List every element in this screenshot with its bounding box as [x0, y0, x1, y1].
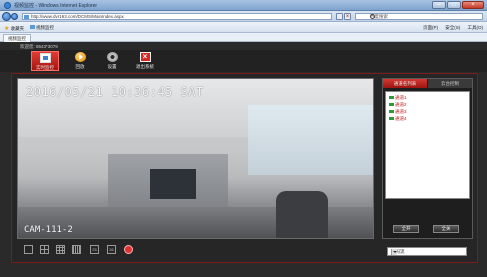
favorites-button[interactable]: ★ 收藏夹: [4, 25, 24, 32]
channel-tree: 通道1 通道2 通道3 通道4: [385, 91, 470, 199]
tab-strip: 视频监控: [0, 33, 487, 43]
ie-icon: [4, 2, 11, 9]
sound-icon[interactable]: [124, 245, 133, 254]
toolbar-label: 实时监控: [36, 65, 54, 70]
toolbar-label: 回放: [75, 64, 85, 69]
camera-icon: [389, 110, 394, 114]
address-bar: http://www.dvr163.com/DCMS/MainIndex.asp…: [0, 11, 487, 22]
channel-item[interactable]: 通道1: [389, 95, 407, 101]
star-icon: ★: [4, 26, 10, 32]
favorites-label: 收藏夹: [10, 26, 25, 31]
minimize-button[interactable]: –: [432, 1, 446, 9]
url-text: http://www.dvr163.com/DCMS/MainIndex.asp…: [31, 14, 124, 19]
scene-chair: [276, 191, 328, 238]
main-toolbar: 实时监控 回放 设置 × 退出系统: [0, 50, 487, 72]
tab-channel-list[interactable]: 通道名列表: [383, 79, 427, 88]
refresh-icon[interactable]: [336, 13, 343, 20]
channel-item[interactable]: 通道2: [389, 102, 407, 108]
search-icon[interactable]: [370, 14, 375, 19]
play-icon: [74, 52, 86, 62]
channel-label: 通道4: [395, 116, 407, 121]
site-label: 视频监控: [36, 25, 54, 30]
app: 欢迎您: 8643*3079 实时监控 回放 设置 × 退出系统 2016/05…: [0, 42, 487, 277]
toolbar-label: 设置: [107, 64, 117, 69]
maximize-button[interactable]: □: [447, 1, 461, 9]
toolbar-label: 退出系统: [136, 64, 154, 69]
channel-item[interactable]: 通道4: [389, 116, 407, 122]
window-titlebar: 视频监控 - Windows Internet Explorer – □ ×: [0, 0, 487, 11]
video-feed[interactable]: 2016/05/21 10:36:45 SAT CAM-111-2: [17, 78, 374, 239]
gear-icon: [106, 52, 118, 62]
back-button[interactable]: [2, 12, 11, 21]
camera-icon: [389, 103, 394, 107]
search-input[interactable]: 百度搜索: [355, 13, 483, 20]
layout-9-button[interactable]: [56, 245, 65, 254]
close-window-button[interactable]: ×: [462, 1, 484, 9]
layout-25-button[interactable]: 25: [90, 245, 99, 254]
channel-item[interactable]: 通道3: [389, 109, 407, 115]
command-menu: 页面(P) 安全(S) 工具(O): [417, 25, 483, 31]
close-all-button[interactable]: 全关: [433, 225, 459, 233]
monitor-workspace: 2016/05/21 10:36:45 SAT CAM-111-2 25 36 …: [11, 73, 478, 263]
menu-safety[interactable]: 安全(S): [445, 25, 460, 30]
command-bar: ★ 收藏夹 视频监控 页面(P) 安全(S) 工具(O): [0, 22, 487, 33]
camera-icon: [389, 96, 394, 100]
layout-16-button[interactable]: [72, 245, 81, 254]
menu-page[interactable]: 页面(P): [423, 25, 438, 30]
url-field[interactable]: http://www.dvr163.com/DCMS/MainIndex.asp…: [22, 13, 332, 20]
toolbar-settings[interactable]: 设置: [98, 51, 126, 71]
open-all-button[interactable]: 全开: [393, 225, 419, 233]
tab-ptz-control[interactable]: 云台控制: [428, 79, 472, 88]
site-icon: [30, 25, 35, 29]
forward-button[interactable]: [11, 13, 18, 20]
menu-tools[interactable]: 工具(O): [468, 25, 484, 30]
scene-window: [248, 105, 373, 175]
channel-panel: 通道名列表 云台控制 通道1 通道2 通道3 通道4 全开 全关: [382, 78, 473, 239]
channel-label: 通道2: [395, 102, 407, 107]
exit-icon: ×: [139, 52, 151, 62]
stop-icon[interactable]: ×: [344, 13, 351, 20]
layout-36-button[interactable]: 36: [107, 245, 116, 254]
camera-icon: [389, 117, 394, 121]
osd-timestamp: 2016/05/21 10:36:45 SAT: [26, 85, 204, 99]
stream-select[interactable]: 子码流: [387, 247, 467, 256]
osd-camera-name: CAM-111-2: [24, 225, 73, 235]
toolbar-playback[interactable]: 回放: [66, 51, 94, 71]
panel-tabs: 通道名列表 云台控制: [383, 79, 472, 88]
toolbar-live-view[interactable]: 实时监控: [31, 51, 59, 71]
chevron-down-icon[interactable]: [391, 249, 397, 255]
window-title: 视频监控 - Windows Internet Explorer: [14, 3, 98, 9]
layout-1-button[interactable]: [24, 245, 33, 254]
scene-monitor: [150, 169, 196, 199]
page-icon: [24, 15, 29, 19]
channel-label: 通道3: [395, 109, 407, 114]
favorite-site-link[interactable]: 视频监控: [30, 25, 54, 31]
layout-4-button[interactable]: [40, 245, 49, 254]
channel-label: 通道1: [395, 95, 407, 100]
toolbar-exit[interactable]: × 退出系统: [131, 51, 159, 71]
monitor-icon: [39, 53, 51, 63]
